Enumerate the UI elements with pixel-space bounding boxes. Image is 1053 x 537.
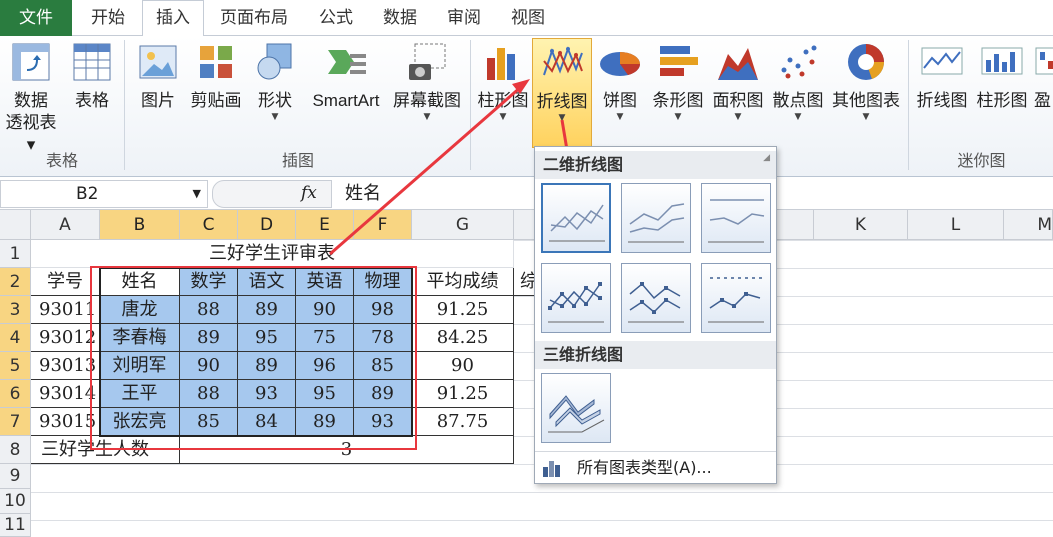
stacked-line-markers-thumb-icon bbox=[628, 282, 684, 323]
annotation-arrows bbox=[329, 79, 580, 256]
all-chart-types-item[interactable]: 所有图表类型(A)... bbox=[535, 455, 776, 481]
percent-line-thumb[interactable] bbox=[701, 183, 771, 253]
all-chart-types-icon bbox=[543, 461, 560, 477]
stacked-line-thumb-icon bbox=[628, 203, 685, 243]
menu-divider bbox=[535, 451, 776, 452]
line-chart-dropdown: 二维折线图 ◢ 三维折线图 所有图表类型(A)... bbox=[534, 146, 777, 484]
line-markers-thumb-icon bbox=[548, 282, 604, 323]
all-chart-types-label: 所有图表类型(A)... bbox=[577, 458, 712, 477]
resize-grip-icon: ◢ bbox=[763, 153, 770, 163]
3d-line-thumb-icon bbox=[548, 395, 605, 433]
section-3d-line: 三维折线图 bbox=[535, 341, 776, 369]
line-chart-thumb[interactable] bbox=[541, 183, 611, 253]
stacked-line-markers-thumb[interactable] bbox=[621, 263, 691, 333]
percent-line-markers-thumb-icon bbox=[708, 277, 764, 323]
line-chart-thumb-icon bbox=[549, 204, 605, 242]
section-2d-line: 二维折线图 bbox=[535, 151, 776, 179]
3d-line-thumb[interactable] bbox=[541, 373, 611, 443]
line-markers-thumb[interactable] bbox=[541, 263, 611, 333]
stacked-line-thumb[interactable] bbox=[621, 183, 691, 253]
percent-line-thumb-icon bbox=[708, 199, 765, 243]
percent-line-markers-thumb[interactable] bbox=[701, 263, 771, 333]
annotation-arrow-to-ribbon bbox=[329, 84, 523, 256]
